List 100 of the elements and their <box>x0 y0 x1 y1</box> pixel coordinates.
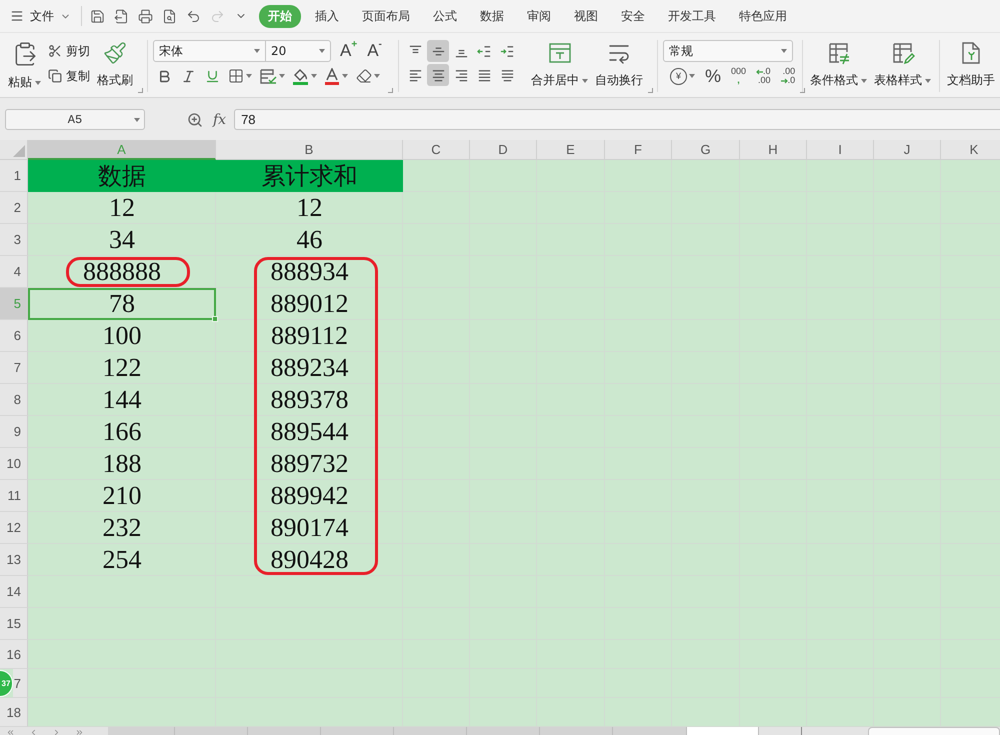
table-cell[interactable]: 166 <box>28 416 216 448</box>
dialog-launcher-icon[interactable] <box>388 88 393 93</box>
number-format-select[interactable]: 常规 <box>663 40 793 62</box>
ribbon-tab[interactable]: 插入 <box>306 4 348 28</box>
table-cell[interactable]: 889942 <box>216 480 403 512</box>
currency-button[interactable]: ¥ <box>668 65 697 87</box>
align-center-button[interactable] <box>427 64 449 86</box>
ribbon-tab[interactable]: 页面布局 <box>353 4 419 28</box>
chevrons-right-icon[interactable] <box>75 728 84 735</box>
row-header[interactable]: 15 <box>0 608 28 640</box>
row-header[interactable]: 2 <box>0 192 28 224</box>
thousands-separator-button[interactable]: 000 , <box>729 65 748 87</box>
column-header[interactable]: B <box>216 140 403 160</box>
ribbon-tab[interactable]: 视图 <box>565 4 607 28</box>
table-cell[interactable]: 46 <box>216 224 403 256</box>
caret-icon <box>781 49 787 53</box>
table-cell[interactable]: 34 <box>28 224 216 256</box>
ribbon-tab[interactable]: 数据 <box>471 4 513 28</box>
row-header[interactable]: 4 <box>0 256 28 288</box>
dialog-launcher-icon[interactable] <box>800 88 806 93</box>
chevrons-left-icon[interactable] <box>6 728 15 735</box>
column-header[interactable]: K <box>941 140 1000 160</box>
table-cell[interactable]: 78 <box>28 288 216 320</box>
percent-button[interactable]: % <box>703 65 724 87</box>
decrease-decimal-button[interactable]: .00 .0 <box>778 65 798 87</box>
copy-button[interactable]: 复制 <box>46 65 92 87</box>
table-cell[interactable]: 889234 <box>216 352 403 384</box>
chevron-left-icon[interactable] <box>29 728 38 735</box>
table-cell[interactable]: 890428 <box>216 544 403 576</box>
cut-button[interactable]: 剪切 <box>46 40 92 62</box>
row-header[interactable]: 7 <box>0 352 28 384</box>
ribbon-tab[interactable]: 特色应用 <box>730 4 796 28</box>
name-box[interactable]: A5 <box>5 109 145 130</box>
table-cell[interactable]: 888888 <box>28 256 216 288</box>
fill-handle-icon[interactable] <box>212 316 218 322</box>
ribbon-tab[interactable]: 安全 <box>612 4 654 28</box>
table-cell[interactable]: 144 <box>28 384 216 416</box>
row-header[interactable]: 8 <box>0 384 28 416</box>
grow-font-button[interactable]: A+ <box>337 40 360 62</box>
column-header[interactable]: G <box>672 140 740 160</box>
ribbon-tab[interactable]: 开发工具 <box>659 4 725 28</box>
row-header[interactable]: 14 <box>0 576 28 608</box>
table-cell[interactable]: 889544 <box>216 416 403 448</box>
caret-icon <box>319 49 325 53</box>
file-menu[interactable]: 文件 <box>6 4 75 28</box>
row-header[interactable]: 16 <box>0 640 28 669</box>
table-cell[interactable]: 12 <box>28 192 216 224</box>
table-cell[interactable]: 188 <box>28 448 216 480</box>
conditional-format-button[interactable]: 条件格式 <box>808 40 869 90</box>
format-painter-button[interactable]: 格式刷 <box>95 40 135 90</box>
row-header[interactable]: 11 <box>0 480 28 512</box>
row-header[interactable]: 10 <box>0 448 28 480</box>
insert-function-button[interactable]: fx <box>209 112 230 128</box>
row-header[interactable]: 1 <box>0 160 28 192</box>
formula-input[interactable]: 78 <box>234 109 1000 130</box>
align-middle-button[interactable] <box>427 40 449 62</box>
ribbon-tab[interactable]: 审阅 <box>518 4 560 28</box>
table-cell[interactable]: 12 <box>216 192 403 224</box>
zoom-in-icon[interactable] <box>187 112 203 128</box>
table-cell[interactable]: 889112 <box>216 320 403 352</box>
table-cell[interactable]: 889732 <box>216 448 403 480</box>
row-header[interactable]: 7 <box>13 669 28 698</box>
document-assistant-button[interactable]: 文档助手 <box>945 40 997 90</box>
increase-decimal-button[interactable]: .0 .00 <box>754 65 773 87</box>
column-header[interactable]: D <box>470 140 537 160</box>
horizontal-scrollbar[interactable] <box>868 727 1000 735</box>
merge-center-button[interactable]: 合并居中 <box>529 40 590 90</box>
row-header[interactable]: 3 <box>0 224 28 256</box>
dialog-launcher-icon[interactable] <box>138 88 143 93</box>
font-size-select[interactable]: 20 <box>266 40 331 62</box>
font-family-select[interactable]: 宋体 <box>153 40 266 62</box>
table-cell[interactable]: 210 <box>28 480 216 512</box>
row-header[interactable]: 18 <box>0 698 28 727</box>
row-header[interactable]: 9 <box>0 416 28 448</box>
row-header[interactable]: 6 <box>0 320 28 352</box>
table-cell[interactable]: 889378 <box>216 384 403 416</box>
dialog-launcher-icon[interactable] <box>648 88 653 93</box>
table-cell[interactable]: 100 <box>28 320 216 352</box>
shrink-font-button[interactable]: A- <box>364 40 385 62</box>
header-cell[interactable]: 累计求和 <box>216 160 403 192</box>
table-cell[interactable]: 232 <box>28 512 216 544</box>
column-header[interactable]: J <box>874 140 941 160</box>
chevron-right-icon[interactable] <box>52 728 61 735</box>
header-cell[interactable]: 数据 <box>28 160 216 192</box>
column-header[interactable]: I <box>807 140 874 160</box>
table-style-button[interactable]: 表格样式 <box>872 40 933 90</box>
column-header[interactable]: H <box>740 140 807 160</box>
row-header[interactable]: 12 <box>0 512 28 544</box>
column-header[interactable]: E <box>537 140 605 160</box>
ribbon-tab[interactable]: 公式 <box>424 4 466 28</box>
wrap-text-button[interactable]: 自动换行 <box>593 40 645 90</box>
column-header[interactable]: C <box>403 140 470 160</box>
row-header[interactable]: 13 <box>0 544 28 576</box>
table-cell[interactable]: 889012 <box>216 288 403 320</box>
table-cell[interactable]: 890174 <box>216 512 403 544</box>
table-cell[interactable]: 888934 <box>216 256 403 288</box>
paste-button[interactable]: 粘贴 <box>6 40 43 92</box>
table-cell[interactable]: 254 <box>28 544 216 576</box>
column-header[interactable]: F <box>605 140 672 160</box>
table-cell[interactable]: 122 <box>28 352 216 384</box>
